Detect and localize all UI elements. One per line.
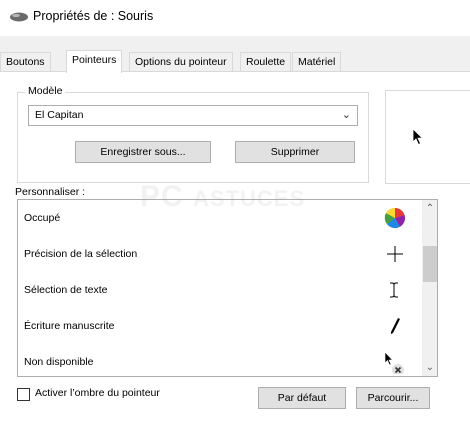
busy-spinner-icon — [384, 207, 405, 229]
crosshair-icon — [387, 246, 403, 262]
list-item-label: Occupé — [24, 212, 61, 224]
shadow-checkbox-label[interactable]: Activer l’ombre du pointeur — [35, 387, 160, 399]
arrow-cursor-icon — [412, 128, 424, 146]
default-button[interactable]: Par défaut — [258, 387, 346, 409]
list-scrollbar[interactable]: ⌃ ⌄ — [422, 200, 437, 376]
mouse-icon — [10, 12, 28, 22]
list-item-precision[interactable]: Précision de la sélection — [18, 236, 422, 272]
pen-icon — [391, 318, 400, 334]
tab-roulette[interactable]: Roulette — [240, 52, 292, 72]
chevron-down-icon: ⌄ — [341, 109, 351, 121]
save-as-button[interactable]: Enregistrer sous... — [75, 141, 211, 163]
browse-button[interactable]: Parcourir... — [356, 387, 430, 409]
text-beam-icon — [390, 282, 398, 298]
scheme-legend: Modèle — [25, 85, 66, 97]
scroll-up-icon[interactable]: ⌃ — [422, 200, 437, 217]
list-item-unavailable[interactable]: Non disponible — [18, 344, 422, 376]
title-bar[interactable]: Propriétés de : Souris — [0, 0, 470, 36]
scroll-thumb[interactable] — [423, 246, 437, 282]
dialog-body: Boutons Pointeurs Options du pointeur Ro… — [0, 36, 470, 434]
scroll-down-icon[interactable]: ⌄ — [422, 359, 437, 376]
delete-button[interactable]: Supprimer — [235, 141, 355, 163]
list-item-busy[interactable]: Occupé — [18, 200, 422, 236]
tab-options-pointeur[interactable]: Options du pointeur — [129, 52, 233, 72]
list-item-text-selection[interactable]: Sélection de texte — [18, 272, 422, 308]
tab-materiel[interactable]: Matériel — [292, 52, 342, 72]
cursor-list[interactable]: Occupé Précision de la sélection Sélecti… — [17, 199, 438, 377]
customize-label: Personnaliser : — [15, 186, 86, 198]
scheme-group: Modèle El Capitan ⌄ Enregistrer sous... … — [17, 85, 369, 183]
pointers-tab-panel: Modèle El Capitan ⌄ Enregistrer sous... … — [0, 71, 470, 434]
list-item-label: Précision de la sélection — [24, 248, 138, 260]
unavailable-cursor-icon — [384, 351, 404, 374]
tab-pointeurs[interactable]: Pointeurs — [66, 50, 123, 73]
scheme-selected-value: El Capitan — [35, 109, 84, 121]
cursor-preview — [385, 90, 470, 184]
list-item-handwriting[interactable]: Écriture manuscrite — [18, 308, 422, 344]
tab-boutons[interactable]: Boutons — [0, 52, 51, 72]
list-item-label: Non disponible — [24, 356, 94, 368]
shadow-checkbox[interactable] — [17, 388, 30, 401]
window-title: Propriétés de : Souris — [33, 9, 154, 23]
list-item-label: Sélection de texte — [24, 284, 108, 296]
tab-strip: Boutons Pointeurs Options du pointeur Ro… — [0, 50, 470, 73]
list-item-label: Écriture manuscrite — [24, 320, 115, 332]
scheme-select[interactable]: El Capitan ⌄ — [28, 105, 358, 126]
